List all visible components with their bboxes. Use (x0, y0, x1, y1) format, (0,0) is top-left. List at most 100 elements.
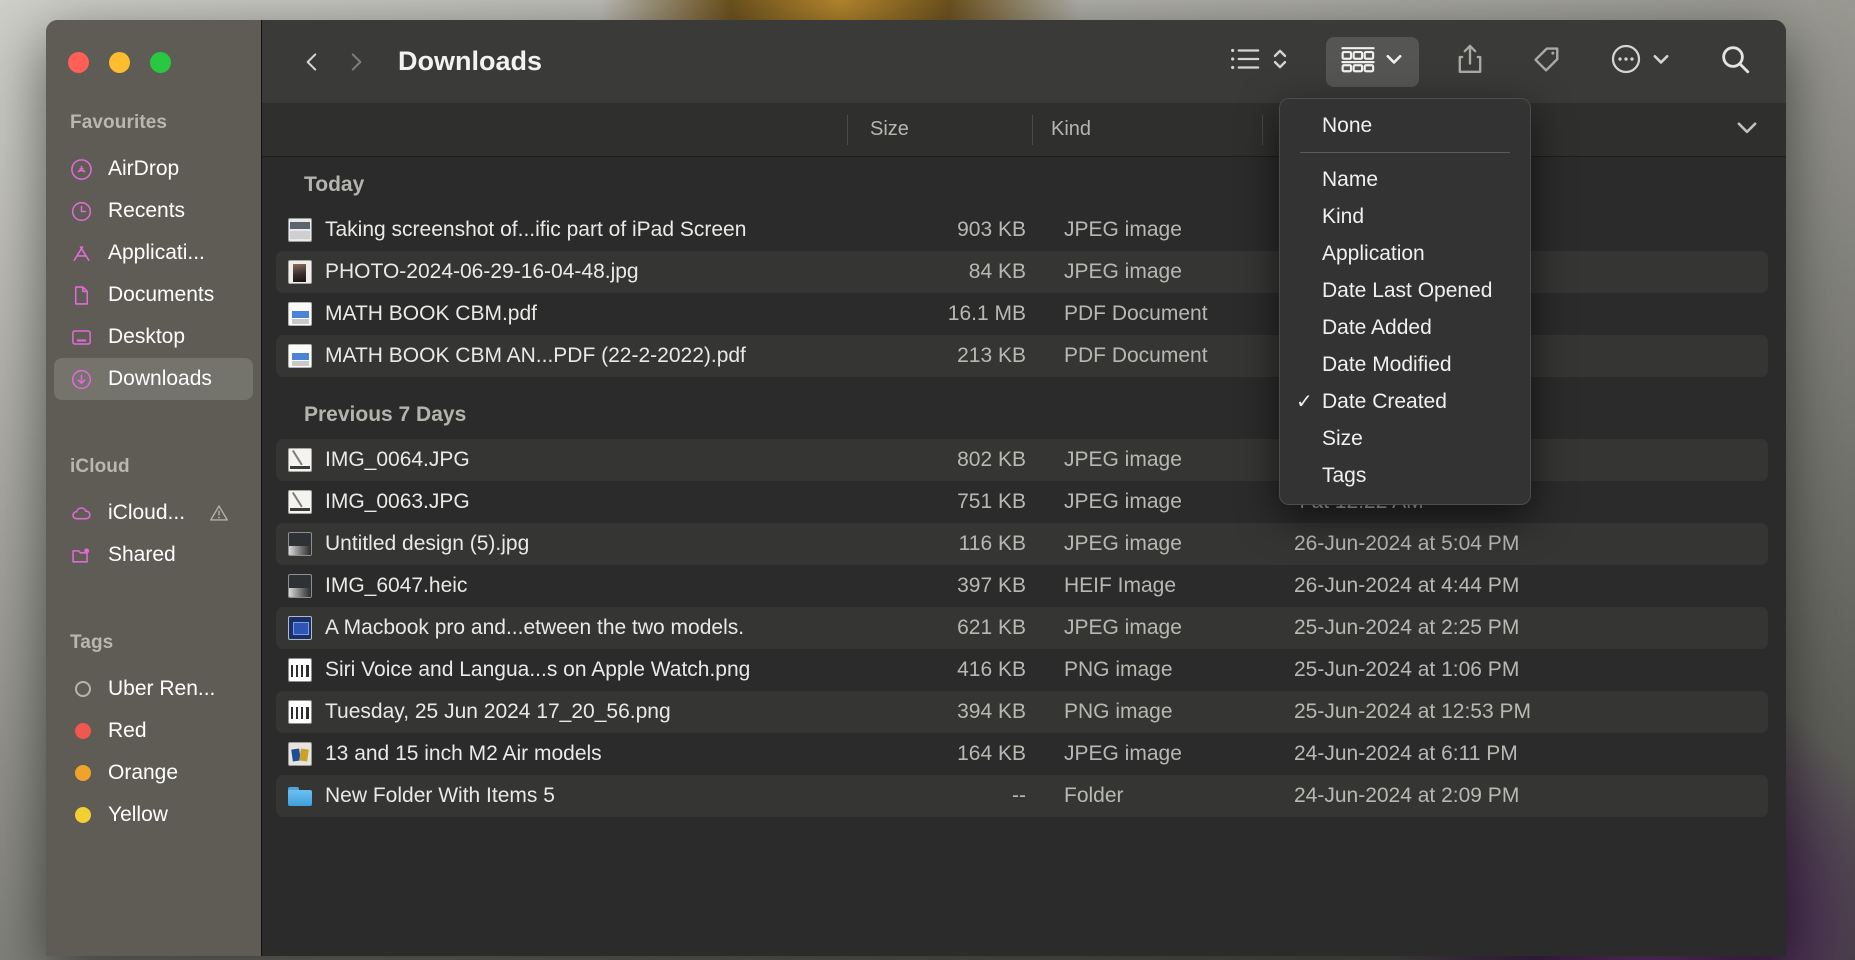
table-row[interactable]: PHOTO-2024-06-29-16-04-48.jpg 84 KB JPEG… (276, 251, 1768, 293)
menu-item-date-created[interactable]: ✓ Date Created (1280, 383, 1530, 420)
sidebar-section-favourites-title: Favourites (46, 112, 261, 134)
table-row[interactable]: New Folder With Items 5 -- Folder 24-Jun… (276, 775, 1768, 817)
menu-item-size[interactable]: Size (1280, 420, 1530, 457)
back-button[interactable] (290, 40, 334, 84)
file-name: MATH BOOK CBM.pdf (325, 302, 537, 326)
file-size: 903 KB (861, 218, 1046, 242)
menu-item-label: Application (1322, 242, 1425, 266)
file-name: MATH BOOK CBM AN...PDF (22-2-2022).pdf (325, 344, 746, 368)
file-list: Today Taking screenshot of...ific part o… (262, 157, 1786, 956)
menu-item-name[interactable]: Name (1280, 161, 1530, 198)
table-row[interactable]: MATH BOOK CBM AN...PDF (22-2-2022).pdf 2… (276, 335, 1768, 377)
window-controls (68, 52, 171, 73)
file-name-cell: IMG_6047.heic (276, 574, 861, 598)
table-row[interactable]: MATH BOOK CBM.pdf 16.1 MB PDF Document 4… (276, 293, 1768, 335)
sidebar-tag-yellow[interactable]: Yellow (54, 794, 253, 836)
laptops-thumb-icon (288, 742, 312, 766)
shared-folder-icon (70, 544, 93, 567)
dark-thumb-icon (288, 532, 312, 556)
file-name: Taking screenshot of...ific part of iPad… (325, 218, 746, 242)
table-row[interactable]: Taking screenshot of...ific part of iPad… (276, 209, 1768, 251)
file-kind: PDF Document (1046, 302, 1276, 326)
sidebar-item-downloads[interactable]: Downloads (54, 358, 253, 400)
maximize-button[interactable] (150, 52, 171, 73)
pdf-thumb-icon (288, 344, 312, 368)
group-label-previous-7-days: Previous 7 Days (262, 377, 1786, 439)
file-size: 397 KB (861, 574, 1046, 598)
file-name: IMG_0064.JPG (325, 448, 470, 472)
more-ellipsis-icon (1609, 44, 1643, 79)
file-size: 16.1 MB (861, 302, 1046, 326)
menu-item-application[interactable]: Application (1280, 235, 1530, 272)
sidebar-item-applications[interactable]: Applicati... (54, 232, 253, 274)
menu-item-date-added[interactable]: Date Added (1280, 309, 1530, 346)
table-row[interactable]: 13 and 15 inch M2 Air models 164 KB JPEG… (276, 733, 1768, 775)
sidebar-item-label: Orange (108, 761, 178, 785)
sidebar-item-recents[interactable]: Recents (54, 190, 253, 232)
table-row[interactable]: Untitled design (5).jpg 116 KB JPEG imag… (276, 523, 1768, 565)
chevron-down-icon (1383, 48, 1405, 75)
table-row[interactable]: Tuesday, 25 Jun 2024 17_20_56.png 394 KB… (276, 691, 1768, 733)
menu-item-date-last-opened[interactable]: Date Last Opened (1280, 272, 1530, 309)
sidebar-tag-uber-ren[interactable]: Uber Ren... (54, 668, 253, 710)
file-name: A Macbook pro and...etween the two model… (325, 616, 744, 640)
sidebar-item-icloud-drive[interactable]: iCloud... (54, 492, 253, 534)
table-row[interactable]: IMG_6047.heic 397 KB HEIF Image 26-Jun-2… (276, 565, 1768, 607)
menu-item-kind[interactable]: Kind (1280, 198, 1530, 235)
file-name: Untitled design (5).jpg (325, 532, 529, 556)
file-kind: JPEG image (1046, 448, 1276, 472)
sidebar-item-label: Shared (108, 543, 176, 567)
file-date: 26-Jun-2024 at 5:04 PM (1276, 532, 1768, 556)
menu-item-tags[interactable]: Tags (1280, 457, 1530, 494)
menu-item-label: None (1322, 114, 1372, 138)
table-row[interactable]: Siri Voice and Langua...s on Apple Watch… (276, 649, 1768, 691)
minimize-button[interactable] (109, 52, 130, 73)
search-button[interactable] (1708, 37, 1762, 87)
table-row[interactable]: IMG_0063.JPG 751 KB JPEG image 4 at 12:2… (276, 481, 1768, 523)
sidebar-item-documents[interactable]: Documents (54, 274, 253, 316)
file-kind: JPEG image (1046, 532, 1276, 556)
file-date: 26-Jun-2024 at 4:44 PM (1276, 574, 1768, 598)
file-name-cell: MATH BOOK CBM.pdf (276, 302, 861, 326)
file-name: IMG_0063.JPG (325, 490, 470, 514)
column-header-size[interactable]: Size (847, 115, 1032, 145)
checkmark-icon: ✓ (1296, 389, 1313, 414)
list-view-button[interactable] (1219, 37, 1300, 87)
table-row[interactable]: IMG_0064.JPG 802 KB JPEG image 4 at 12:2… (276, 439, 1768, 481)
chevron-down-icon[interactable] (1734, 114, 1760, 146)
share-button[interactable] (1445, 37, 1495, 87)
file-kind: JPEG image (1046, 742, 1276, 766)
file-kind: JPEG image (1046, 218, 1276, 242)
group-by-menu[interactable]: None Name Kind Application Date Last Ope… (1279, 98, 1531, 505)
file-name-cell: IMG_0064.JPG (276, 448, 861, 472)
file-name: New Folder With Items 5 (325, 784, 555, 808)
tag-dot-yellow-icon (70, 804, 93, 827)
list-view-icon (1229, 45, 1263, 78)
sidebar-tag-red[interactable]: Red (54, 710, 253, 752)
file-size: 84 KB (861, 260, 1046, 284)
table-row[interactable]: A Macbook pro and...etween the two model… (276, 607, 1768, 649)
group-by-button[interactable] (1326, 37, 1419, 87)
tag-button[interactable] (1521, 37, 1573, 87)
more-actions-button[interactable] (1599, 37, 1682, 87)
sidebar-item-airdrop[interactable]: AirDrop (54, 148, 253, 190)
dark-thumb-icon (288, 574, 312, 598)
sidebar-item-label: Documents (108, 283, 214, 307)
file-kind: JPEG image (1046, 490, 1276, 514)
sidebar-item-desktop[interactable]: Desktop (54, 316, 253, 358)
sidebar-tag-orange[interactable]: Orange (54, 752, 253, 794)
group-by-icon (1340, 44, 1376, 79)
menu-item-none[interactable]: None (1280, 107, 1530, 144)
file-name-cell: IMG_0063.JPG (276, 490, 861, 514)
menu-item-date-modified[interactable]: Date Modified (1280, 346, 1530, 383)
file-name-cell: Siri Voice and Langua...s on Apple Watch… (276, 658, 861, 682)
sidebar-item-shared[interactable]: Shared (54, 534, 253, 576)
forward-button[interactable] (334, 40, 378, 84)
column-header-kind[interactable]: Kind (1032, 115, 1262, 145)
clock-icon (70, 200, 93, 223)
file-size: 394 KB (861, 700, 1046, 724)
close-button[interactable] (68, 52, 89, 73)
file-date: 25-Jun-2024 at 2:25 PM (1276, 616, 1768, 640)
blue-thumb-icon (288, 616, 312, 640)
file-name-cell: New Folder With Items 5 (276, 784, 861, 808)
